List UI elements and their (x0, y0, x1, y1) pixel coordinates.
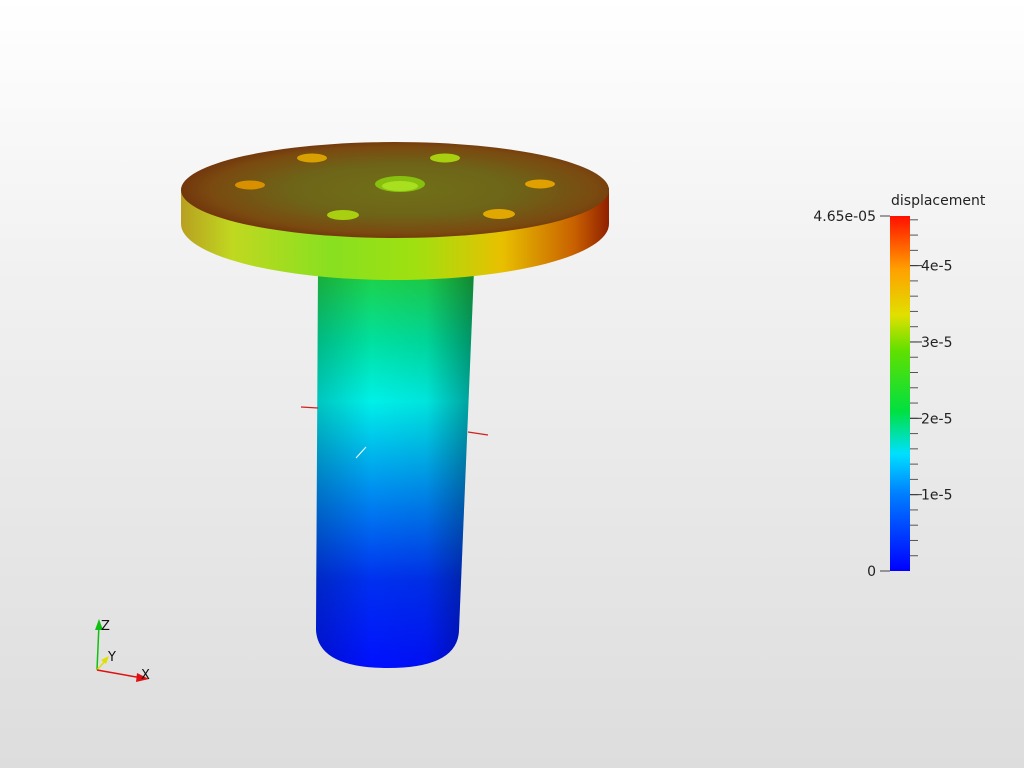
orientation-axes: Z Y X (95, 619, 150, 683)
flange-mesh (181, 142, 609, 280)
render-viewport[interactable]: Z Y X (0, 0, 1024, 768)
shaft-mesh (316, 270, 474, 668)
axis-label-y: Y (107, 650, 116, 665)
axis-label-x: X (141, 668, 150, 683)
axis-label-z: Z (101, 619, 110, 634)
